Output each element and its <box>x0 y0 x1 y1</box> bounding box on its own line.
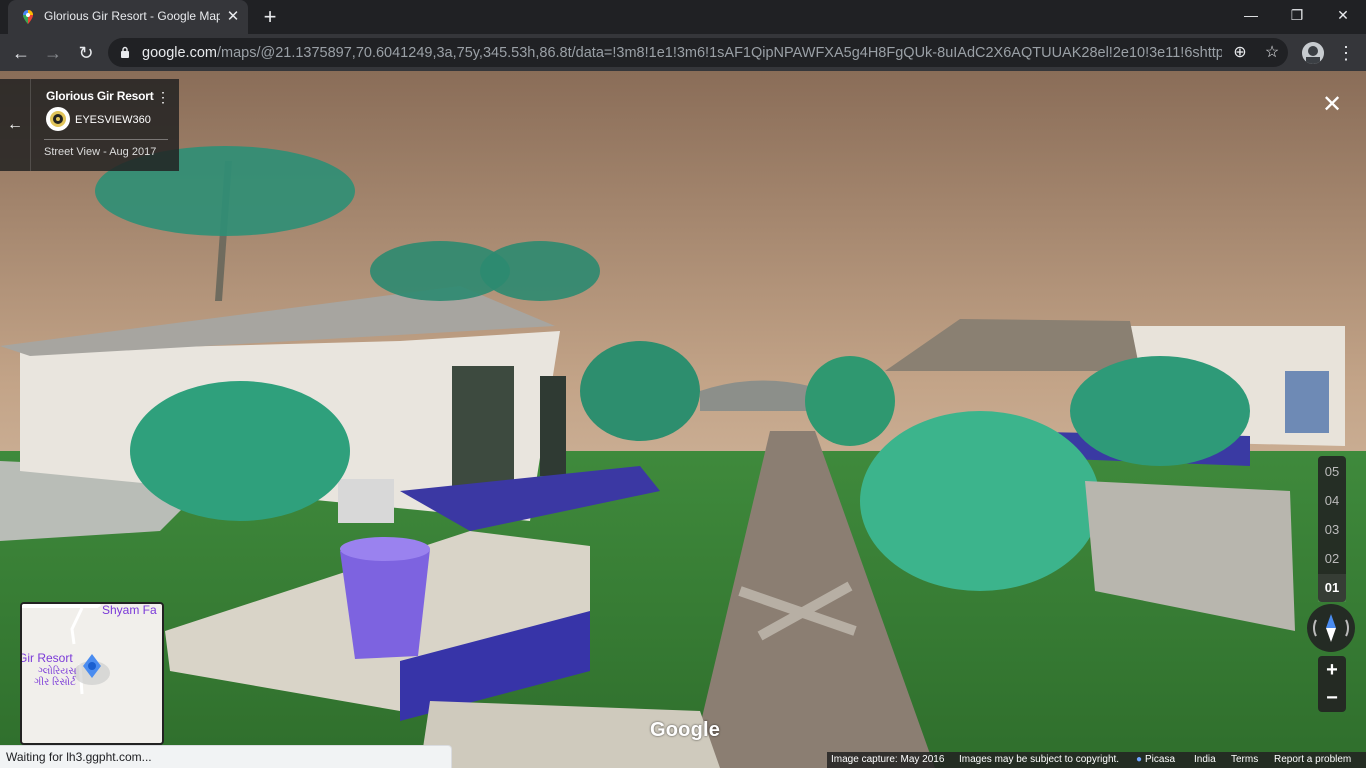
author-avatar[interactable] <box>46 107 70 131</box>
minimize-button[interactable]: — <box>1228 0 1274 32</box>
image-capture-date: Image capture: May 2016 <box>831 754 945 765</box>
zoom-control: + − <box>1318 656 1346 712</box>
capture-date: Street View - Aug 2017 <box>44 146 157 158</box>
floor-04[interactable]: 04 <box>1318 487 1346 515</box>
map-footer: Image capture: May 2016 Images may be su… <box>827 752 1366 768</box>
card-divider <box>44 139 168 140</box>
tab-close-icon[interactable]: ✕ <box>224 8 242 26</box>
google-watermark: Google <box>650 719 721 741</box>
minimap-label-place: Gir Resort <box>20 651 73 665</box>
report-problem-link[interactable]: Report a problem <box>1274 754 1351 765</box>
browser-tab[interactable]: Glorious Gir Resort - Google Maps ✕ <box>8 0 248 34</box>
panorama-image <box>0 71 1366 768</box>
place-name[interactable]: Glorious Gir Resort <box>46 89 154 103</box>
zoom-out-button[interactable]: − <box>1318 684 1346 712</box>
street-view-panorama[interactable]: ← Glorious Gir Resort ⋮ EYESVIEW360 Stre… <box>0 71 1366 768</box>
floor-03[interactable]: 03 <box>1318 516 1346 544</box>
bookmark-star-icon[interactable]: ☆ <box>1262 43 1282 63</box>
floor-01[interactable]: 01 <box>1318 574 1346 602</box>
install-app-icon[interactable]: ⊕ <box>1230 43 1250 63</box>
minimap-label-gujarati-2: ગીર રિસોર્ટ <box>34 677 76 688</box>
status-text: Waiting for lh3.ggpht.com... <box>6 750 152 764</box>
minimap-label-shyam: Shyam Fa <box>102 603 157 617</box>
compass-icon <box>1313 614 1349 642</box>
browser-toolbar: ← → ↻ google.com/maps/@21.1375897,70.604… <box>0 34 1366 71</box>
new-tab-button[interactable]: + <box>258 5 282 29</box>
floor-05[interactable]: 05 <box>1318 458 1346 486</box>
country-label[interactable]: India <box>1194 754 1216 765</box>
close-icon[interactable]: ✕ <box>1318 91 1346 119</box>
back-button[interactable]: ← <box>8 40 34 66</box>
url-text: google.com/maps/@21.1375897,70.6041249,3… <box>142 45 1222 61</box>
tab-strip: Glorious Gir Resort - Google Maps ✕ + — … <box>0 0 1366 34</box>
zoom-in-button[interactable]: + <box>1318 656 1346 684</box>
minimap[interactable]: Shyam Fa Gir Resort ગ્લોરિયસ ગીર રિસોર્ટ <box>20 602 164 745</box>
browser-menu-icon[interactable]: ⋮ <box>1336 40 1356 66</box>
reload-button[interactable]: ↻ <box>73 40 99 66</box>
provider-link[interactable]: Picasa <box>1145 754 1175 765</box>
tab-title: Glorious Gir Resort - Google Maps <box>44 9 220 23</box>
compass-control[interactable] <box>1307 604 1355 652</box>
maps-pin-icon <box>23 10 33 24</box>
floor-selector: 05 04 03 02 01 <box>1318 456 1346 602</box>
pegman-view-icon <box>83 654 101 678</box>
back-arrow-icon[interactable]: ← <box>0 79 31 171</box>
terms-link[interactable]: Terms <box>1231 754 1258 765</box>
copyright-notice: Images may be subject to copyright. <box>959 754 1120 765</box>
author-name[interactable]: EYESVIEW360 <box>75 114 151 126</box>
address-bar[interactable]: google.com/maps/@21.1375897,70.6041249,3… <box>108 38 1288 67</box>
window-close-button[interactable]: ✕ <box>1320 0 1366 32</box>
profile-avatar[interactable] <box>1302 42 1324 64</box>
floor-02[interactable]: 02 <box>1318 545 1346 573</box>
status-bubble: Waiting for lh3.ggpht.com... <box>0 745 452 768</box>
picasa-icon: ● <box>1136 754 1143 765</box>
lock-icon <box>121 46 129 58</box>
forward-button[interactable]: → <box>40 40 66 66</box>
more-options-icon[interactable]: ⋮ <box>156 89 170 109</box>
info-card: ← Glorious Gir Resort ⋮ EYESVIEW360 Stre… <box>0 79 179 171</box>
minimap-label-gujarati-1: ગ્લોરિયસ <box>38 666 77 677</box>
restore-button[interactable]: ❐ <box>1274 0 1320 32</box>
